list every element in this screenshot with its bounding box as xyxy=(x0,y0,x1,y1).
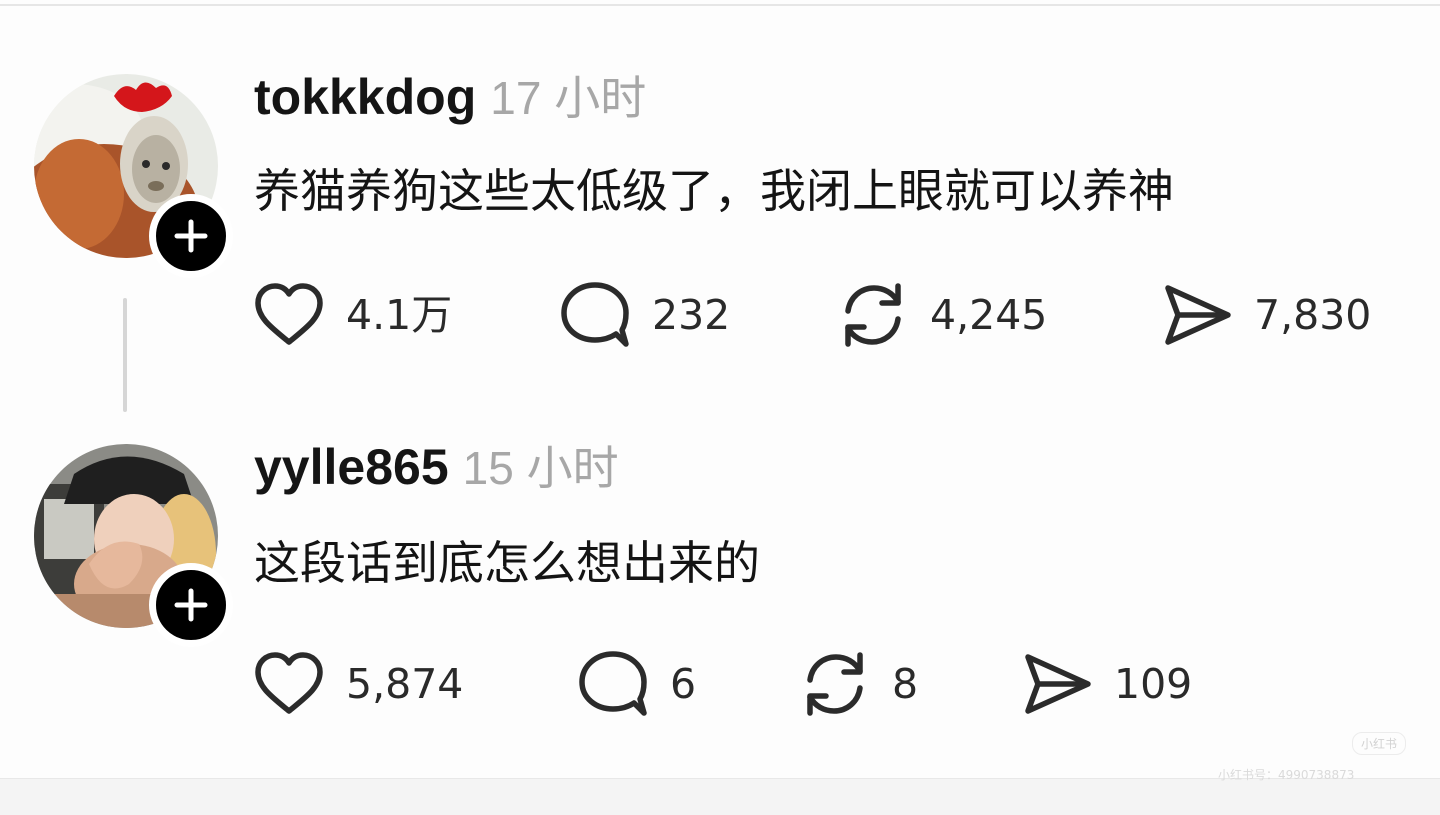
top-divider xyxy=(0,4,1440,6)
username[interactable]: yylle865 xyxy=(254,439,449,495)
like-button[interactable]: 5,874 xyxy=(252,644,463,724)
repost-arrows-icon xyxy=(807,652,863,716)
bottom-divider xyxy=(0,778,1440,815)
repost-count: 4,245 xyxy=(930,290,1048,339)
repost-arrows-icon xyxy=(845,283,901,347)
plus-icon xyxy=(174,588,208,622)
like-count: 5,874 xyxy=(346,659,464,708)
share-count: 7,830 xyxy=(1254,290,1372,339)
post-header: yylle865 15 小时 xyxy=(254,442,619,492)
share-count: 109 xyxy=(1114,659,1193,708)
watermark-text: 小红书号：4990738873 xyxy=(1218,768,1355,782)
username[interactable]: tokkkdog xyxy=(254,69,476,125)
comment-bubble-icon xyxy=(561,282,629,347)
paper-plane-icon xyxy=(1025,654,1091,714)
comment-count: 6 xyxy=(670,659,697,708)
timestamp: 17 小时 xyxy=(490,72,647,124)
repost-button[interactable]: 8 xyxy=(798,644,918,724)
follow-button[interactable] xyxy=(149,563,233,647)
follow-button[interactable] xyxy=(149,194,233,278)
heart-icon xyxy=(255,652,323,714)
share-button[interactable]: 109 xyxy=(1020,644,1192,724)
paper-plane-icon xyxy=(1165,285,1231,345)
watermark-badge: 小红书 xyxy=(1352,732,1407,755)
like-button[interactable]: 4.1万 xyxy=(252,275,452,355)
heart-icon xyxy=(255,283,323,345)
post-content: 这段话到底怎么想出来的 xyxy=(254,536,760,590)
plus-icon xyxy=(174,219,208,253)
share-button[interactable]: 7,830 xyxy=(1160,275,1371,355)
comment-button[interactable]: 6 xyxy=(576,644,696,724)
like-count: 4.1万 xyxy=(346,290,453,339)
screenshot-frame: tokkkdog 17 小时 养猫养狗这些太低级了，我闭上眼就可以养神 4.1万 … xyxy=(0,0,1440,815)
repost-count: 8 xyxy=(892,659,919,708)
comment-bubble-icon xyxy=(579,651,647,716)
timestamp: 15 小时 xyxy=(462,442,619,494)
thread-connector-line xyxy=(123,298,127,412)
post-content: 养猫养狗这些太低级了，我闭上眼就可以养神 xyxy=(254,164,1174,218)
post-header: tokkkdog 17 小时 xyxy=(254,72,646,122)
comment-button[interactable]: 232 xyxy=(558,275,730,355)
repost-button[interactable]: 4,245 xyxy=(836,275,1047,355)
comment-count: 232 xyxy=(652,290,731,339)
